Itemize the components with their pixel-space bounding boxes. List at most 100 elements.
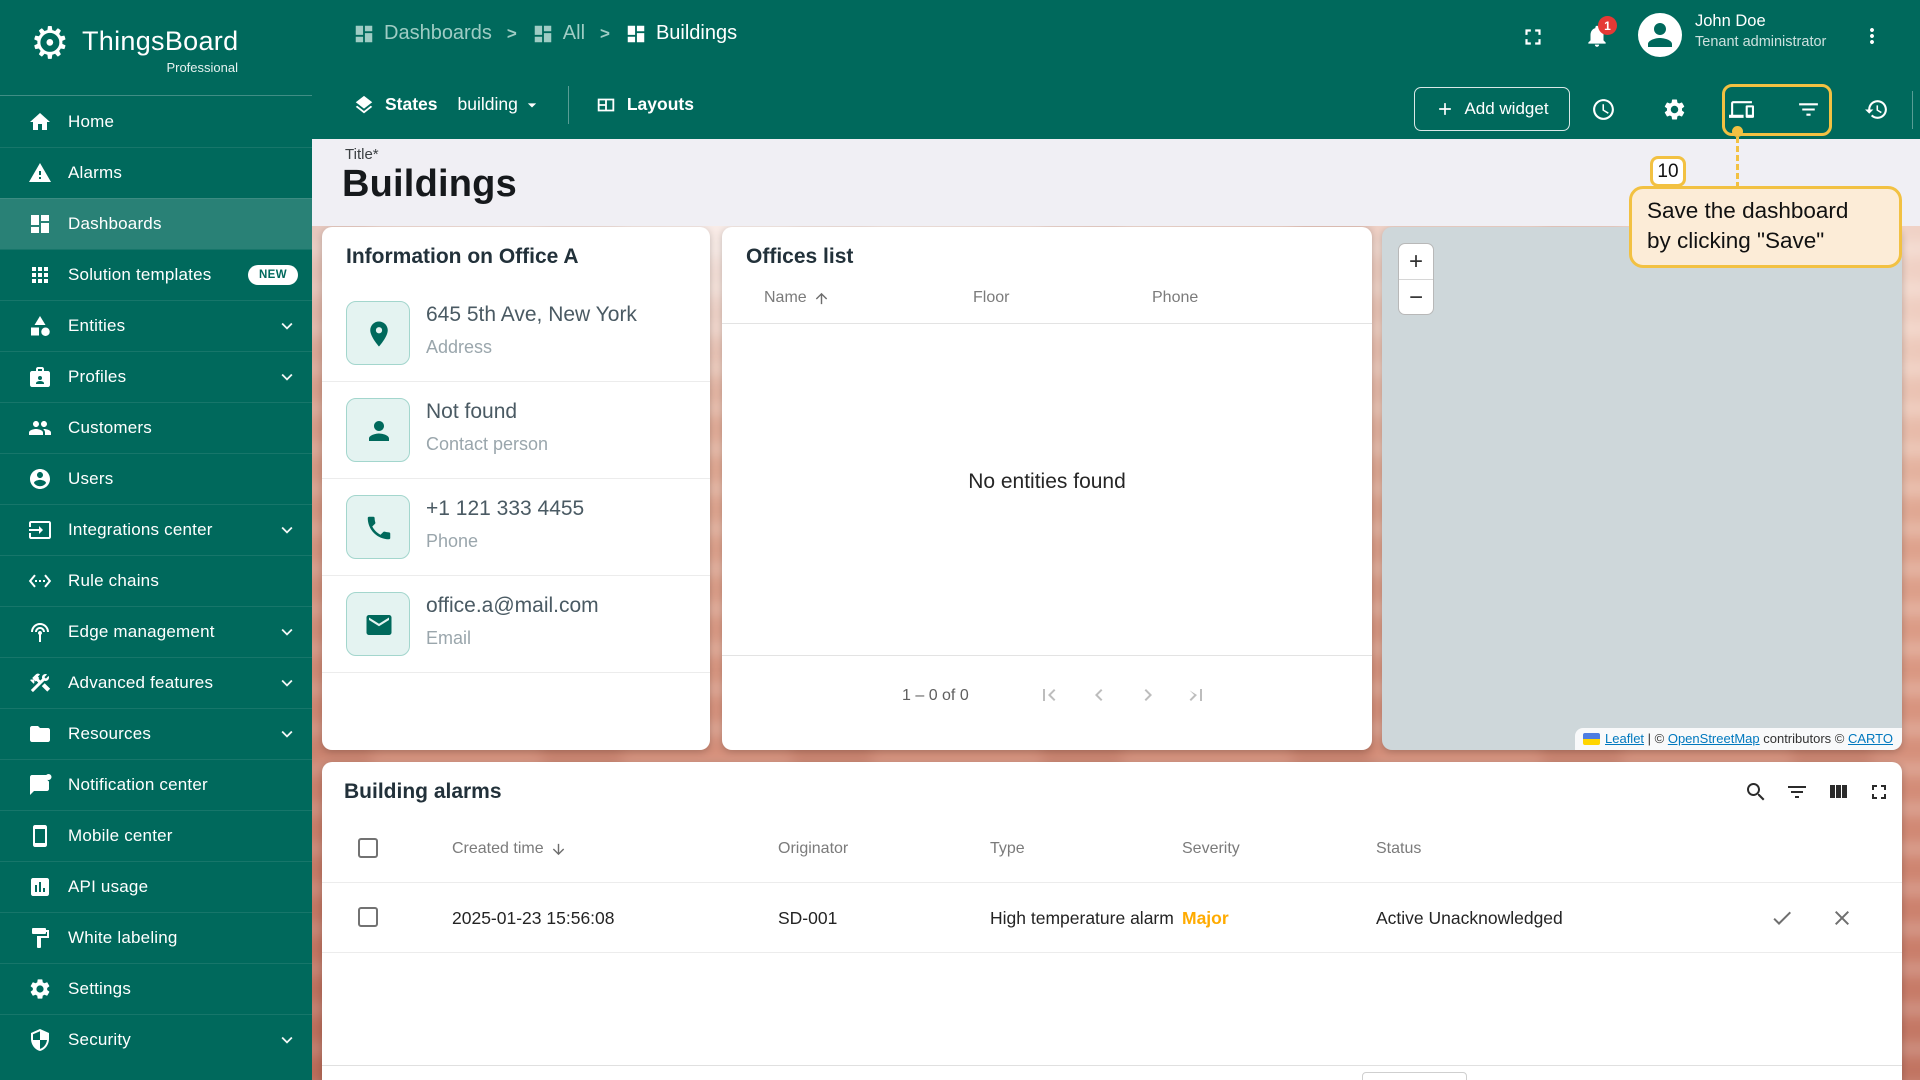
sidebar-item-home[interactable]: Home	[0, 96, 312, 147]
add-widget-button[interactable]: Add widget	[1414, 87, 1570, 131]
column-header-type[interactable]: Type	[990, 840, 1025, 858]
fullscreen-icon[interactable]	[1520, 24, 1546, 50]
avatar[interactable]	[1638, 13, 1682, 57]
sidebar-item-notification-center[interactable]: Notification center	[0, 759, 312, 810]
sidebar-item-label: Alarms	[68, 163, 123, 182]
sidebar-item-label: Solution templates	[68, 265, 212, 284]
brand-name: ThingsBoard	[82, 26, 239, 56]
widget-fullscreen-icon[interactable]	[1867, 780, 1891, 804]
breadcrumb-item-all[interactable]: All	[532, 22, 585, 45]
tutorial-connector-line	[1736, 137, 1739, 188]
sidebar-item-resources[interactable]: Resources	[0, 708, 312, 759]
sidebar-item-api-usage[interactable]: API usage	[0, 861, 312, 912]
breadcrumb-separator: >	[600, 23, 610, 43]
sidebar-item-security[interactable]: Security	[0, 1014, 312, 1065]
select-all-checkbox[interactable]	[358, 838, 378, 858]
folder-icon	[28, 722, 52, 746]
sidebar-item-profiles[interactable]: Profiles	[0, 351, 312, 402]
column-header-severity[interactable]: Severity	[1182, 840, 1240, 858]
sidebar-item-label: Home	[68, 111, 115, 131]
sort-descending-icon	[550, 841, 567, 858]
sidebar-item-entities[interactable]: Entities	[0, 300, 312, 351]
breadcrumb-item-dashboards[interactable]: Dashboards	[353, 22, 492, 45]
leaflet-link[interactable]: Leaflet	[1605, 731, 1644, 746]
info-row-email: office.a@mail.com Email	[322, 576, 710, 673]
clear-alarm-icon[interactable]	[1830, 906, 1854, 930]
columns-icon[interactable]	[1826, 780, 1850, 804]
tethering-icon	[28, 620, 52, 644]
info-label: Phone	[426, 531, 479, 551]
sidebar-item-customers[interactable]: Customers	[0, 402, 312, 453]
sidebar-item-edge-management[interactable]: Edge management	[0, 606, 312, 657]
version-history-icon[interactable]	[1864, 97, 1889, 122]
user-role: Tenant administrator	[1695, 34, 1827, 50]
cell-status: Active Unacknowledged	[1376, 908, 1563, 928]
sidebar-item-dashboards[interactable]: Dashboards	[0, 198, 312, 249]
column-header-created-time[interactable]: Created time	[452, 840, 567, 858]
page-size-select[interactable]	[1362, 1072, 1467, 1080]
breadcrumb-separator: >	[506, 23, 517, 43]
info-value: +1 121 333 4455	[426, 497, 585, 520]
openstreetmap-link[interactable]: OpenStreetMap	[1668, 731, 1760, 746]
kebab-menu-icon[interactable]	[1860, 24, 1884, 48]
last-page-icon[interactable]	[1184, 683, 1208, 707]
layouts-button[interactable]: Layouts	[595, 94, 694, 116]
dashboard-settings-icon[interactable]	[1662, 97, 1687, 122]
filters-icon[interactable]	[1796, 97, 1821, 122]
breadcrumb-item-buildings[interactable]: Buildings	[625, 22, 737, 45]
column-header-phone[interactable]: Phone	[1152, 289, 1198, 307]
state-select[interactable]: building	[458, 94, 542, 115]
home-icon	[28, 110, 52, 134]
warning-icon	[28, 161, 52, 185]
first-page-icon[interactable]	[1037, 683, 1061, 707]
acknowledge-icon[interactable]	[1770, 906, 1794, 930]
map-attribution: Leaflet | © OpenStreetMap contributors ©…	[1575, 728, 1902, 750]
column-header-name[interactable]: Name	[764, 289, 830, 307]
next-page-icon[interactable]	[1136, 683, 1160, 707]
info-value: Not found	[426, 400, 518, 423]
new-badge: NEW	[247, 265, 298, 285]
dashboard-icon	[625, 23, 647, 45]
search-icon[interactable]	[1744, 780, 1768, 804]
sidebar-item-advanced-features[interactable]: Advanced features	[0, 657, 312, 708]
timewindow-icon[interactable]	[1591, 97, 1616, 122]
sidebar-item-label: API usage	[68, 877, 149, 896]
notification-count-badge: 1	[1598, 16, 1617, 35]
notifications-bell-icon[interactable]: 1	[1584, 16, 1617, 49]
column-header-status[interactable]: Status	[1376, 840, 1421, 858]
sidebar-item-white-labeling[interactable]: White labeling	[0, 912, 312, 963]
info-row-contact-person: Not found Contact person	[322, 382, 710, 479]
sidebar-item-alarms[interactable]: Alarms	[0, 147, 312, 198]
column-header-floor[interactable]: Floor	[973, 289, 1009, 307]
attribution-text: contributors ©	[1759, 731, 1848, 746]
carto-link[interactable]: CARTO	[1848, 731, 1893, 746]
previous-page-icon[interactable]	[1087, 683, 1111, 707]
dashboard-title-input[interactable]: Buildings	[342, 163, 517, 206]
email-icon	[346, 592, 410, 656]
logo[interactable]: ⚙ ThingsBoard Professional	[0, 0, 312, 96]
sidebar-item-label: Security	[68, 1030, 132, 1049]
divider	[322, 1065, 1902, 1066]
zoom-in-button[interactable]: +	[1399, 244, 1433, 279]
sidebar-item-settings[interactable]: Settings	[0, 963, 312, 1014]
filter-icon[interactable]	[1785, 780, 1809, 804]
widget-map[interactable]: + − Leaflet | © OpenStreetMap contributo…	[1382, 227, 1902, 750]
sidebar-item-label: Entities	[68, 316, 126, 335]
sidebar-item-mobile-center[interactable]: Mobile center	[0, 810, 312, 861]
sidebar-item-solution-templates[interactable]: Solution templates NEW	[0, 249, 312, 300]
category-icon	[28, 314, 52, 338]
sidebar-item-integrations-center[interactable]: Integrations center	[0, 504, 312, 555]
chevron-down-icon	[276, 723, 298, 745]
chevron-down-icon	[276, 1029, 298, 1051]
sidebar-item-rule-chains[interactable]: Rule chains	[0, 555, 312, 606]
smartphone-icon	[28, 824, 52, 848]
widget-information-office-a: Information on Office A 645 5th Ave, New…	[322, 227, 710, 750]
tutorial-tooltip: Save the dashboard by clicking "Save"	[1629, 186, 1902, 268]
row-checkbox[interactable]	[358, 907, 378, 927]
entity-aliases-icon[interactable]	[1729, 97, 1754, 122]
sidebar-item-users[interactable]: Users	[0, 453, 312, 504]
sidebar-item-label: Advanced features	[68, 673, 214, 692]
dashboard-icon	[532, 23, 554, 45]
zoom-out-button[interactable]: −	[1399, 280, 1433, 314]
column-header-originator[interactable]: Originator	[778, 840, 848, 858]
